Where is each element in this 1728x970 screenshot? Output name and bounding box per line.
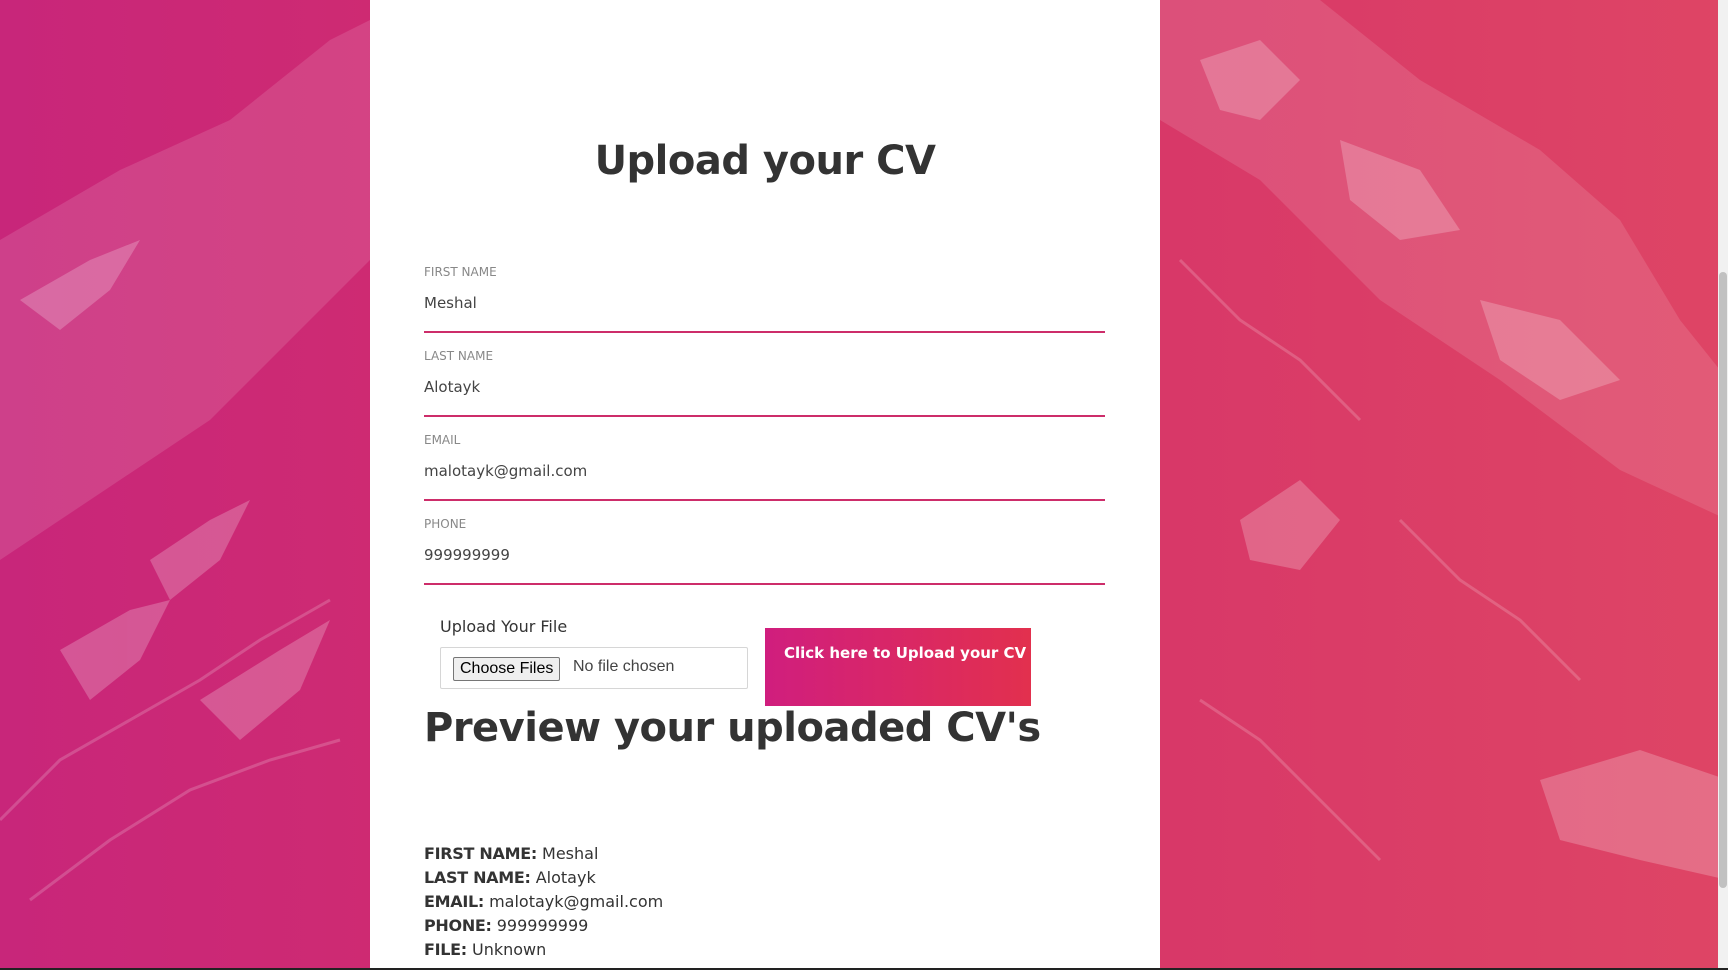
- first-name-input[interactable]: [424, 289, 1104, 317]
- file-status: No file chosen: [573, 658, 675, 675]
- last-name-field: LAST NAME: [424, 349, 1105, 417]
- preview-last-name: LAST NAME: Alotayk: [424, 866, 663, 890]
- email-label: EMAIL: [424, 433, 461, 447]
- last-name-input[interactable]: [424, 373, 1104, 401]
- preview-value: 999999999: [491, 916, 589, 935]
- preview-value: malotayk@gmail.com: [483, 892, 664, 911]
- preview-first-name: FIRST NAME: Meshal: [424, 842, 663, 866]
- first-name-field: FIRST NAME: [424, 265, 1105, 333]
- phone-field: PHONE: [424, 517, 1105, 585]
- email-field: EMAIL: [424, 433, 1105, 501]
- preview-phone: PHONE: 999999999: [424, 914, 663, 938]
- vertical-scrollbar[interactable]: [1718, 0, 1728, 970]
- phone-input[interactable]: [424, 541, 1104, 569]
- choose-files-button[interactable]: Choose Files: [453, 657, 561, 681]
- last-name-label: LAST NAME: [424, 349, 494, 363]
- preview-title: Preview your uploaded CV's: [424, 705, 1041, 751]
- preview-key: LAST NAME:: [424, 868, 531, 887]
- email-input[interactable]: [424, 457, 1104, 485]
- preview-key: FILE:: [424, 940, 467, 959]
- page-title: Upload your CV: [594, 138, 936, 184]
- upload-cv-button-label: Click here to Upload your CV: [784, 644, 1027, 662]
- first-name-label: FIRST NAME: [424, 265, 497, 279]
- scrollbar-thumb[interactable]: [1719, 272, 1727, 888]
- preview-key: EMAIL:: [424, 892, 484, 911]
- preview-file: FILE: Unknown: [424, 938, 663, 962]
- preview-list: FIRST NAME: Meshal LAST NAME: Alotayk EM…: [424, 842, 663, 962]
- preview-key: PHONE:: [424, 916, 492, 935]
- preview-value: Unknown: [466, 940, 547, 959]
- preview-email: EMAIL: malotayk@gmail.com: [424, 890, 663, 914]
- preview-key: FIRST NAME:: [424, 844, 537, 863]
- preview-value: Alotayk: [530, 868, 596, 887]
- upload-card: Upload your CV FIRST NAME LAST NAME EMAI…: [370, 0, 1160, 968]
- preview-value: Meshal: [536, 844, 599, 863]
- upload-cv-button[interactable]: Click here to Upload your CV: [765, 628, 1031, 706]
- phone-label: PHONE: [424, 517, 467, 531]
- file-input[interactable]: Choose Files No file chosen: [440, 647, 748, 689]
- upload-file-label: Upload Your File: [440, 617, 568, 636]
